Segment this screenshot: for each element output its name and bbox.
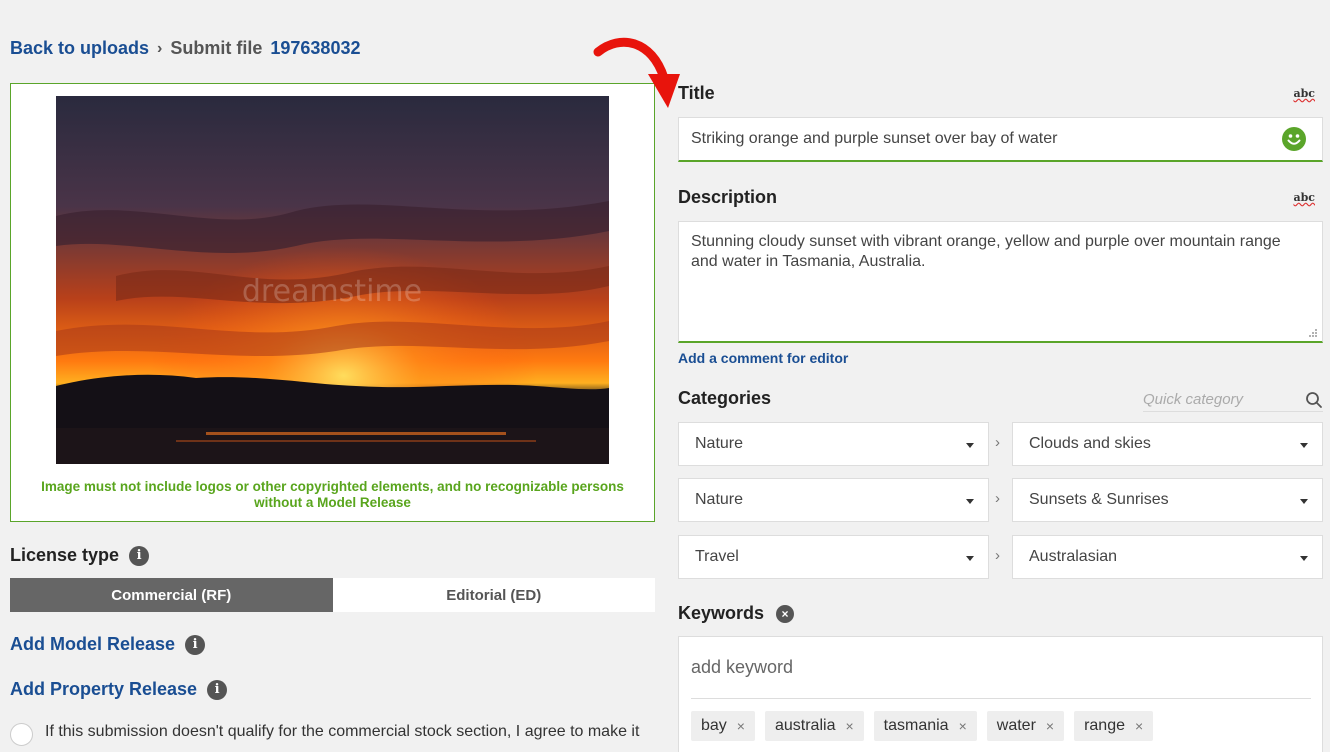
caret-down-icon — [966, 499, 974, 504]
category-separator: › — [995, 434, 1000, 451]
keyword-input[interactable]: add keyword — [691, 657, 1311, 699]
breadcrumb-separator: › — [157, 39, 163, 57]
back-to-uploads-link[interactable]: Back to uploads — [10, 38, 149, 59]
title-label: Title — [678, 83, 715, 103]
description-value: Stunning cloudy sunset with vibrant oran… — [691, 233, 1281, 270]
keyword-tag-list: bay × australia × tasmania × water × range × — [691, 711, 1154, 741]
spellcheck-icon[interactable]: abc — [1293, 191, 1315, 204]
remove-keyword-icon[interactable]: × — [1046, 718, 1054, 734]
add-comment-link[interactable]: Add a comment for editor — [678, 350, 848, 366]
keyword-tag-label: australia — [774, 717, 836, 734]
keyword-tag-label: water — [996, 717, 1036, 734]
tab-commercial[interactable]: Commercial (RF) — [10, 578, 333, 612]
category-separator: › — [995, 490, 1000, 507]
category-separator: › — [995, 547, 1000, 564]
sub-category-select[interactable]: Clouds and skies — [1012, 422, 1323, 466]
main-category-select[interactable]: Nature — [678, 478, 989, 522]
keyword-tag-label: bay — [701, 717, 727, 734]
keyword-tag-label: tasmania — [883, 717, 949, 734]
sub-category-value: Clouds and skies — [1029, 435, 1151, 452]
sub-category-select[interactable]: Sunsets & Sunrises — [1012, 478, 1323, 522]
annotation-arrow-icon — [593, 37, 680, 108]
remove-keyword-icon[interactable]: × — [737, 718, 745, 734]
license-type-heading: License type i — [10, 545, 150, 566]
sunset-photo: dreamstime — [56, 96, 609, 464]
spellcheck-icon[interactable]: abc — [1293, 87, 1315, 100]
main-category-value: Nature — [695, 435, 744, 452]
quick-category-placeholder: Quick category — [1143, 391, 1244, 408]
remove-keyword-icon[interactable]: × — [959, 718, 967, 734]
title-heading: Title abc — [678, 83, 1323, 104]
smiley-icon — [1282, 127, 1306, 151]
file-id: 197638032 — [270, 38, 361, 58]
category-row: Nature › Sunsets & Sunrises — [678, 478, 1323, 522]
add-model-release-label: Add Model Release — [10, 634, 176, 654]
description-textarea[interactable]: Stunning cloudy sunset with vibrant oran… — [678, 221, 1323, 343]
main-category-select[interactable]: Travel — [678, 535, 989, 579]
main-category-select[interactable]: Nature — [678, 422, 989, 466]
add-property-release-label: Add Property Release — [10, 679, 198, 699]
title-input[interactable]: Striking orange and purple sunset over b… — [678, 117, 1323, 162]
description-heading: Description abc — [678, 187, 1323, 208]
breadcrumb-current: Submit file — [170, 38, 263, 58]
keyword-tag-label: range — [1084, 717, 1125, 734]
caret-down-icon — [1300, 556, 1308, 561]
quick-category-input[interactable]: Quick category — [1143, 388, 1323, 412]
breadcrumb: Back to uploads › Submit file 197638032 — [10, 38, 360, 59]
image-preview-panel: dreamstime Image must not include logos … — [10, 83, 655, 522]
keywords-heading: Keywords × — [678, 603, 795, 624]
keyword-placeholder: add keyword — [691, 657, 794, 677]
keyword-tag: range × — [1074, 711, 1154, 741]
add-property-release-link[interactable]: Add Property Release i — [10, 679, 228, 700]
editorial-agreement-row: If this submission doesn't qualify for t… — [10, 723, 639, 746]
categories-heading: Categories — [678, 388, 772, 408]
category-row: Nature › Clouds and skies — [678, 422, 1323, 466]
keywords-box: add keyword bay × australia × tasmania × wa… — [678, 636, 1323, 752]
remove-keyword-icon[interactable]: × — [845, 718, 853, 734]
sub-category-value: Sunsets & Sunrises — [1029, 491, 1169, 508]
preview-warning: Image must not include logos or other co… — [41, 479, 624, 510]
license-tabs: Commercial (RF) Editorial (ED) — [10, 578, 655, 612]
caret-down-icon — [1300, 443, 1308, 448]
main-category-value: Travel — [695, 548, 739, 565]
caret-down-icon — [966, 443, 974, 448]
resize-grip-icon[interactable] — [1308, 328, 1318, 338]
license-type-label: License type — [10, 545, 120, 565]
keyword-tag: bay × — [691, 711, 755, 741]
sub-category-value: Australasian — [1029, 548, 1118, 565]
caret-down-icon — [1300, 499, 1308, 504]
keyword-tag: tasmania × — [873, 711, 977, 741]
title-value: Striking orange and purple sunset over b… — [691, 130, 1058, 147]
add-model-release-link[interactable]: Add Model Release i — [10, 634, 206, 655]
agreement-radio[interactable] — [10, 723, 33, 746]
preview-image: dreamstime — [56, 96, 609, 464]
info-icon[interactable]: i — [129, 545, 150, 566]
sub-category-select[interactable]: Australasian — [1012, 535, 1323, 579]
info-icon[interactable]: i — [185, 634, 206, 655]
agreement-text: If this submission doesn't qualify for t… — [45, 723, 640, 740]
description-label: Description — [678, 187, 778, 207]
search-icon[interactable] — [1305, 391, 1323, 409]
category-row: Travel › Australasian — [678, 535, 1323, 579]
caret-down-icon — [966, 556, 974, 561]
keywords-label: Keywords — [678, 603, 765, 623]
tab-editorial[interactable]: Editorial (ED) — [332, 578, 655, 612]
keyword-tag: australia × — [764, 711, 864, 741]
remove-keyword-icon[interactable]: × — [1135, 718, 1143, 734]
info-icon[interactable]: i — [207, 679, 228, 700]
keyword-tag: water × — [986, 711, 1065, 741]
clear-keywords-icon[interactable]: × — [776, 604, 795, 623]
watermark-text: dreamstime — [242, 274, 422, 309]
main-category-value: Nature — [695, 491, 744, 508]
